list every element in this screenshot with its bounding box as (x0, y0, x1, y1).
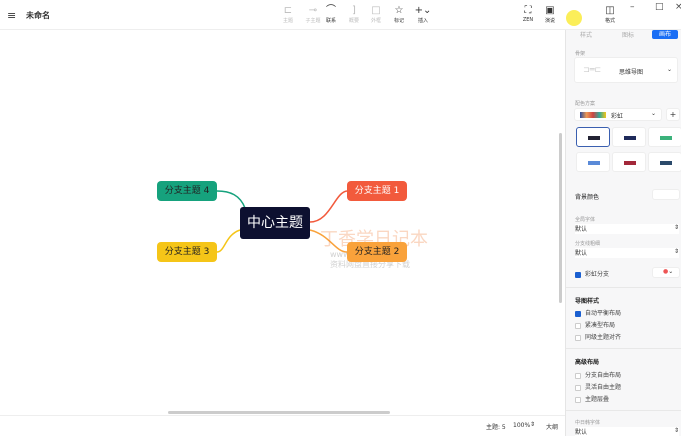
pitch-button[interactable]: ▣ 演说 (537, 5, 563, 24)
branch-line-label: 分支线粗细 (575, 241, 601, 247)
star-icon: ☆ (394, 5, 404, 16)
background-color-label: 背景颜色 (575, 194, 600, 201)
branch-topic-2[interactable]: 分支主题 2 (347, 242, 407, 262)
outline-button[interactable]: 大纲 (546, 422, 558, 431)
horizontal-scrollbar[interactable] (168, 411, 390, 414)
plus-icon: +⌄ (414, 5, 432, 16)
cursor-highlight (566, 10, 582, 26)
advanced-layout-heading: 高级布局 (575, 359, 600, 366)
tab-canvas[interactable]: 画布 (652, 30, 678, 39)
rainbow-color-select[interactable]: ●⌄ (652, 267, 680, 278)
close-button[interactable]: × (675, 2, 681, 12)
topic-icon: ⊏ (283, 5, 293, 16)
branch-topic-1[interactable]: 分支主题 1 (347, 181, 407, 201)
document-title[interactable]: 未命名 (26, 10, 50, 21)
theme-thumb-3[interactable] (648, 127, 681, 147)
play-icon: ▣ (545, 5, 555, 16)
tab-icons[interactable]: 图标 (622, 30, 634, 39)
color-scheme-select[interactable]: 彩虹 ⌄ (574, 108, 662, 121)
map-style-heading: 导图样式 (575, 298, 600, 305)
compact-layout-checkbox[interactable]: 紧凑型布局 (575, 320, 615, 329)
stepper-icon: ⇕ (673, 224, 679, 231)
add-color-scheme-button[interactable]: + (666, 108, 680, 121)
color-scheme-label: 配色方案 (575, 101, 596, 107)
theme-thumb-4[interactable] (576, 152, 610, 172)
color-swatch (580, 112, 606, 118)
theme-thumb-2[interactable] (612, 127, 646, 147)
branch-line-select[interactable]: 默认 ⇕ (575, 248, 679, 258)
panel-icon: ◫ (605, 5, 615, 16)
tab-style[interactable]: 样式 (580, 30, 592, 39)
auto-balance-checkbox[interactable]: 自动平衡布局 (575, 308, 621, 317)
align-siblings-checkbox[interactable]: 同级主题对齐 (575, 332, 621, 341)
minimize-button[interactable]: – (630, 2, 635, 12)
stepper-icon: ⇕ (673, 248, 679, 255)
structure-icon: ⊐═⊏ (583, 65, 602, 74)
rainbow-branch-checkbox[interactable]: 彩虹分支 (575, 269, 609, 278)
theme-thumb-5[interactable] (612, 152, 646, 172)
chevron-down-icon: ⌄ (666, 66, 672, 73)
maximize-button[interactable]: □ (655, 2, 664, 12)
topic-button[interactable]: ⊏ 主题 (275, 5, 301, 24)
menu-icon[interactable]: ≡ (7, 9, 16, 22)
zoom-level[interactable]: 100% (513, 422, 530, 429)
vertical-scrollbar[interactable] (559, 133, 562, 303)
status-bar: 主题: 5 100% ⇕ 大纲 (0, 415, 565, 436)
topic-count: 主题: 5 (486, 424, 506, 431)
theme-thumb-6[interactable] (648, 152, 681, 172)
structure-label: 骨架 (575, 51, 586, 57)
chevron-down-icon: ⌄ (650, 110, 656, 117)
insert-button[interactable]: +⌄ 插入 (410, 5, 436, 24)
marker-button[interactable]: ☆ 标记 (386, 5, 412, 24)
free-branch-checkbox[interactable]: 分支自由布局 (575, 370, 621, 379)
topic-overlap-checkbox[interactable]: 主题层叠 (575, 394, 609, 403)
font-select[interactable]: 默认 ⇕ (575, 224, 679, 234)
branch-topic-3[interactable]: 分支主题 3 (157, 242, 217, 262)
structure-select[interactable]: ⊐═⊏ 思维导图 ⌄ (574, 57, 678, 83)
flexible-topic-checkbox[interactable]: 灵活自由主题 (575, 382, 621, 391)
branch-topic-4[interactable]: 分支主题 4 (157, 181, 217, 201)
background-color-picker[interactable] (652, 189, 680, 200)
cjk-font-label: 中日韩字体 (575, 420, 601, 426)
theme-thumb-1[interactable] (576, 127, 610, 147)
stepper-icon: ⇕ (673, 427, 679, 434)
zoom-stepper-icon[interactable]: ⇕ (530, 421, 535, 428)
format-button[interactable]: ◫ 格式 (597, 5, 623, 24)
font-label: 全局字体 (575, 217, 596, 223)
format-panel: 样式 图标 画布 骨架 ⊐═⊏ 思维导图 ⌄ 配色方案 彩虹 ⌄ + 背景颜色 … (565, 30, 681, 437)
central-topic[interactable]: 中心主题 (240, 207, 310, 239)
